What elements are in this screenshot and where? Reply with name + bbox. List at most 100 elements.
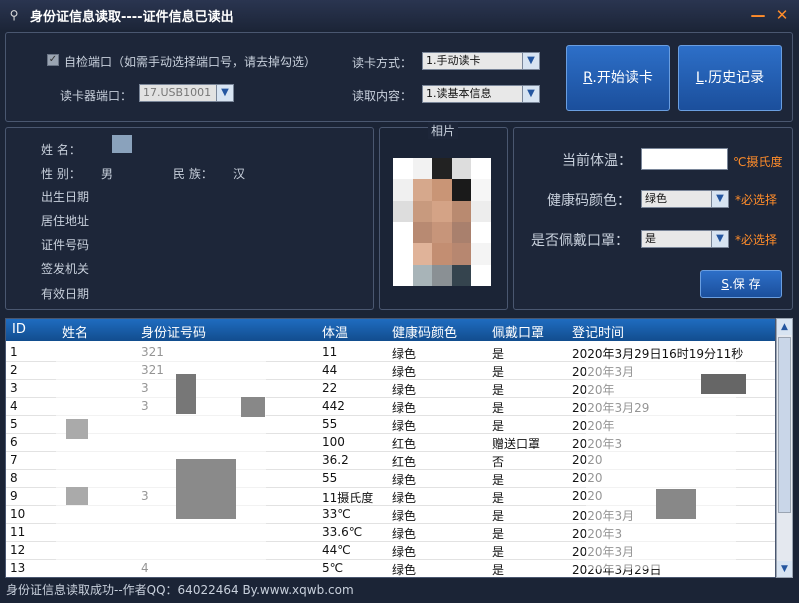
reader-port-select[interactable]: 17.USB1001 ▼ — [139, 84, 234, 102]
save-label: .保 存 — [728, 277, 761, 291]
cell-mask: 赠送口罩 — [492, 437, 541, 451]
cell-mask: 是 — [492, 347, 505, 361]
mask-value: 是 — [645, 232, 656, 245]
cell-temp: 11摄氏度 — [322, 491, 374, 505]
cell-id: 6 — [10, 435, 18, 449]
save-button[interactable]: S.保 存 — [700, 270, 782, 298]
cell-temp: 11 — [322, 345, 338, 359]
cell-temp: 55 — [322, 471, 338, 485]
redaction-block — [66, 487, 88, 505]
chevron-down-icon: ▼ — [216, 85, 233, 101]
temperature-input[interactable] — [641, 148, 728, 170]
redaction-block — [176, 374, 196, 414]
col-idnum[interactable]: 身份证号码 — [141, 322, 206, 341]
cell-temp: 44 — [322, 363, 338, 377]
name-label: 姓 名： — [41, 143, 81, 157]
cell-mask: 是 — [492, 545, 505, 559]
mask-label: 是否佩戴口罩： — [531, 233, 629, 249]
cell-id: 5 — [10, 417, 18, 431]
reader-port-label: 读卡器端口： — [60, 89, 133, 103]
gender-label: 性 别： — [41, 167, 81, 181]
redaction-block — [66, 419, 88, 439]
scroll-thumb[interactable] — [778, 337, 791, 513]
health-code-label: 健康码颜色： — [547, 193, 631, 209]
cell-mask: 是 — [492, 491, 505, 505]
cell-mask: 是 — [492, 383, 505, 397]
read-mode-select[interactable]: 1.手动读卡 ▼ — [422, 52, 540, 70]
cell-color: 绿色 — [392, 419, 417, 433]
cell-color: 红色 — [392, 455, 417, 469]
chevron-down-icon: ▼ — [711, 191, 728, 207]
save-hotkey: S — [721, 277, 729, 291]
cell-id: 2 — [10, 363, 18, 377]
photo-title: 相片 — [428, 122, 459, 139]
auto-check-checkbox[interactable]: ✓ — [47, 54, 59, 66]
col-temp[interactable]: 体温 — [322, 322, 348, 341]
scroll-down-icon[interactable]: ▼ — [777, 561, 792, 577]
cell-mask: 是 — [492, 563, 505, 577]
read-mode-value: 1.手动读卡 — [426, 54, 481, 67]
settings-panel — [5, 32, 793, 122]
cell-mask: 是 — [492, 509, 505, 523]
minimize-button[interactable]: — — [748, 6, 768, 24]
id-photo — [393, 158, 491, 286]
issuer-label: 签发机关 — [41, 262, 90, 276]
cell-color: 绿色 — [392, 509, 417, 523]
cell-temp: 100 — [322, 435, 345, 449]
cell-color: 绿色 — [392, 401, 417, 415]
cell-temp: 33℃ — [322, 507, 351, 521]
scroll-up-icon[interactable]: ▲ — [777, 319, 792, 335]
mask-select[interactable]: 是 ▼ — [641, 230, 729, 248]
chevron-down-icon: ▼ — [711, 231, 728, 247]
redaction-block — [701, 374, 746, 394]
cell-color: 绿色 — [392, 563, 417, 577]
status-bar: 身份证信息读取成功--作者QQ：64022464 By.www.xqwb.com — [0, 580, 799, 603]
col-time[interactable]: 登记时间 — [572, 322, 624, 341]
health-code-value: 绿色 — [645, 192, 667, 205]
col-id[interactable]: ID — [12, 322, 26, 337]
start-read-button[interactable]: R.开始读卡 — [566, 45, 670, 111]
cell-mask: 是 — [492, 419, 505, 433]
start-read-label: .开始读卡 — [592, 70, 653, 86]
health-code-select[interactable]: 绿色 ▼ — [641, 190, 729, 208]
temp-unit: ℃摄氏度 — [733, 155, 783, 169]
col-name[interactable]: 姓名 — [62, 322, 88, 341]
address-label: 居住地址 — [41, 214, 90, 228]
cell-mask: 否 — [492, 455, 505, 469]
birth-label: 出生日期 — [41, 190, 90, 204]
close-button[interactable]: ✕ — [772, 6, 792, 24]
cell-id: 3 — [10, 381, 18, 395]
cell-temp: 5℃ — [322, 561, 344, 575]
cell-color: 绿色 — [392, 347, 417, 361]
cell-temp: 442 — [322, 399, 345, 413]
reader-port-value: 17.USB1001 — [143, 86, 212, 99]
cell-id: 13 — [10, 561, 26, 575]
cell-color: 绿色 — [392, 491, 417, 505]
temp-label: 当前体温： — [562, 153, 632, 169]
mask-required: *必选择 — [735, 233, 778, 247]
chevron-down-icon: ▼ — [522, 53, 539, 69]
cell-id: 7 — [10, 453, 18, 467]
ethnicity-value: 汉 — [233, 167, 246, 181]
start-read-hotkey: R — [583, 70, 593, 86]
cell-color: 绿色 — [392, 545, 417, 559]
window-title: 身份证信息读取----证件信息已读出 — [30, 9, 234, 25]
history-button[interactable]: L.历史记录 — [678, 45, 782, 111]
history-label: .历史记录 — [703, 70, 765, 86]
records-table[interactable]: ID 姓名 身份证号码 体温 健康码颜色 佩戴口罩 登记时间 132111绿色是… — [5, 318, 776, 578]
table-scrollbar[interactable]: ▲ ▼ — [776, 318, 793, 578]
read-content-select[interactable]: 1.读基本信息 ▼ — [422, 85, 540, 103]
cell-id: 8 — [10, 471, 18, 485]
health-code-required: *必选择 — [735, 193, 778, 207]
cell-color: 绿色 — [392, 383, 417, 397]
redaction-block — [241, 397, 265, 417]
title-bar: ⚲ 身份证信息读取----证件信息已读出 — ✕ — [0, 0, 799, 30]
col-health-code[interactable]: 健康码颜色 — [392, 322, 457, 341]
col-mask[interactable]: 佩戴口罩 — [492, 322, 544, 341]
cell-temp: 22 — [322, 381, 338, 395]
redaction-block — [656, 489, 696, 519]
read-mode-label: 读卡方式： — [352, 56, 413, 70]
read-content-value: 1.读基本信息 — [426, 87, 492, 100]
cell-mask: 是 — [492, 401, 505, 415]
cell-id: 10 — [10, 507, 26, 521]
